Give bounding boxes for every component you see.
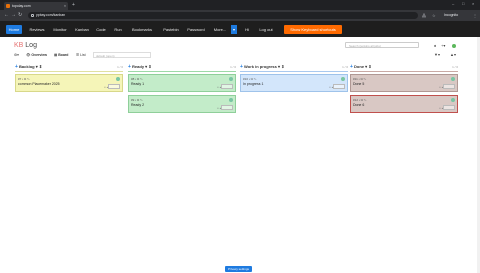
nav-item-bookmarks[interactable]: Bookmarks xyxy=(128,25,156,34)
tag-badge xyxy=(221,105,233,110)
nav-item-kanban[interactable]: Kanban xyxy=(72,25,92,34)
close-window-icon[interactable]: × xyxy=(472,1,474,6)
nav-item-code[interactable]: Code xyxy=(94,25,108,34)
address-bar-row: ← → ↻ ypbay.com/kanban ⁂ ☆ Incognito ⋮ xyxy=(0,10,480,21)
avatar xyxy=(341,76,345,81)
more-dropdown-caret[interactable]: ▾ xyxy=(231,24,237,34)
overview-tab[interactable]: 👁 Overview xyxy=(26,52,47,58)
translate-icon[interactable]: ⁂ xyxy=(422,12,426,19)
logout-button[interactable]: Log out xyxy=(255,25,277,34)
avatar xyxy=(116,76,120,81)
add-icon[interactable]: +▾ xyxy=(441,43,445,48)
back-icon[interactable]: ← xyxy=(4,12,9,19)
kanban-card[interactable]: #10 • ⧉ ✎ In progress 1 ∞ ● xyxy=(240,74,348,92)
lock-icon xyxy=(31,14,34,17)
nav-user-label: Hi xyxy=(245,26,249,32)
home-logo[interactable]: Home xyxy=(6,24,22,34)
tag-badge xyxy=(443,84,455,89)
bookmark-star-icon[interactable]: ☆ xyxy=(432,12,436,19)
menu-dots-icon[interactable]: ⋮ xyxy=(473,12,477,19)
avatar xyxy=(451,97,455,102)
url-input[interactable]: ypbay.com/kanban xyxy=(28,12,418,19)
profile-badge[interactable]: Incognito xyxy=(444,12,458,19)
kanban-card[interactable]: #11 • ⧉ ✎ Done 5 ∞ ● xyxy=(350,74,458,92)
kanban-card[interactable]: #8 • ⧉ ✎ Ready 1 ∞ ● xyxy=(128,74,236,92)
column-header: + Done ▾ ⇕ 1 / 0 xyxy=(350,64,458,70)
url-text: ypbay.com/kanban xyxy=(36,13,66,17)
add-card-icon[interactable]: + xyxy=(240,64,243,70)
forward-icon[interactable]: → xyxy=(11,12,16,19)
kanban-card[interactable]: #12 • ⧉ ✎ Done 6 ∞ ● xyxy=(350,95,458,113)
new-tab-icon[interactable]: + xyxy=(72,2,75,9)
page-title: KB Log xyxy=(14,42,37,49)
column-header: + Work in progress ▾ ⇕ 1 / 0 xyxy=(240,64,348,70)
kanban-card[interactable]: #7 • ⧉ ✎ common Placemaker 2025 ∞ ● xyxy=(15,74,123,92)
board-tab[interactable]: ▦ Board xyxy=(54,52,68,58)
status-indicator xyxy=(452,43,456,48)
sort-icon[interactable]: ▲▾ xyxy=(450,52,456,57)
filter-input[interactable]: default (open) xyxy=(93,52,151,58)
minimize-icon[interactable]: – xyxy=(452,1,454,6)
search-input[interactable]: Search (jenkins all jobs) xyxy=(345,42,419,48)
app-navbar: Home Reviews Monitor Kanban Code Run Boo… xyxy=(0,21,480,37)
bell-icon[interactable]: ♠ xyxy=(434,43,436,48)
tag-badge xyxy=(333,84,345,89)
close-tab-icon[interactable]: × xyxy=(64,2,66,10)
nav-item-password[interactable]: Password xyxy=(185,25,207,34)
column-divider xyxy=(15,71,123,72)
maximize-icon[interactable]: □ xyxy=(462,1,464,6)
column-header: + Backlog ▾ ⇕ 1 / 0 xyxy=(15,64,123,70)
add-card-icon[interactable]: + xyxy=(350,64,353,70)
nav-item-monitor[interactable]: Monitor xyxy=(50,25,70,34)
nav-item-more[interactable]: More... xyxy=(210,25,230,34)
avatar xyxy=(451,76,455,81)
column-header: + Ready ▾ ⇕ 1 / 0 xyxy=(128,64,236,70)
browser-tab[interactable]: topolay.com × xyxy=(4,2,68,10)
add-card-icon[interactable]: + xyxy=(15,64,18,70)
tab-title: topolay.com xyxy=(12,4,31,8)
favicon-icon xyxy=(6,4,10,8)
nav-item-reviews[interactable]: Reviews xyxy=(27,25,47,34)
settings-gear-icon[interactable]: ⚙▾ xyxy=(14,52,19,58)
column-divider xyxy=(240,71,348,72)
avatar xyxy=(229,76,233,81)
nav-item-run[interactable]: Run xyxy=(112,25,124,34)
filter-icon[interactable]: ▼▾ xyxy=(434,52,440,57)
keyboard-shortcuts-button[interactable]: Show Keyboard shortcuts xyxy=(284,24,342,34)
add-card-icon[interactable]: + xyxy=(128,64,131,70)
tag-badge xyxy=(108,84,120,89)
kanban-card[interactable]: #9 • ⧉ ✎ Ready 2 ∞ ● xyxy=(128,95,236,113)
reload-icon[interactable]: ↻ xyxy=(18,12,22,19)
list-tab[interactable]: ☰ List xyxy=(76,52,86,58)
tag-badge xyxy=(221,84,233,89)
privacy-settings-button[interactable]: Privacy settings xyxy=(225,266,252,272)
avatar xyxy=(229,97,233,102)
column-divider xyxy=(128,71,236,72)
column-divider xyxy=(350,71,458,72)
tag-badge xyxy=(443,105,455,110)
browser-tabstrip: topolay.com × + – □ × xyxy=(0,0,480,10)
nav-item-pastebin[interactable]: Pastebin xyxy=(160,25,182,34)
